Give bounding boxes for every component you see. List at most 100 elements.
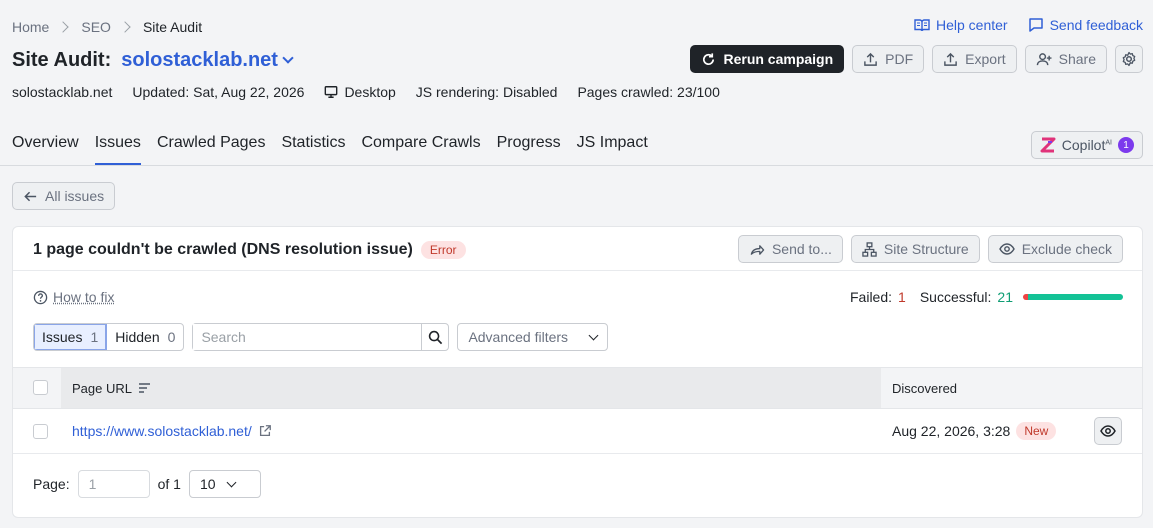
help-center-link[interactable]: Help center — [914, 17, 1008, 33]
page-url-header-label: Page URL — [72, 380, 132, 396]
chevron-down-icon — [588, 330, 599, 340]
view-page-button[interactable] — [1094, 417, 1122, 445]
failed-count: 1 — [898, 289, 906, 305]
issue-header: 1 page couldn't be crawled (DNS resoluti… — [33, 239, 466, 261]
advanced-filters-dropdown[interactable]: Advanced filters — [457, 323, 609, 351]
book-icon — [914, 17, 930, 33]
sitemap-icon — [862, 241, 877, 257]
chevron-right-icon — [57, 21, 70, 33]
page-url: https://www.solostacklab.net/ — [72, 423, 252, 439]
top-links: Help center Send feedback — [914, 17, 1143, 33]
hidden-filter-tab[interactable]: Hidden 0 — [107, 324, 183, 350]
send-to-button[interactable]: Send to... — [737, 235, 843, 263]
page-of-label: of 1 — [157, 476, 181, 492]
send-feedback-link[interactable]: Send feedback — [1028, 17, 1143, 33]
pdf-button[interactable]: PDF — [852, 45, 925, 73]
all-issues-button[interactable]: All issues — [12, 182, 116, 210]
row-checkbox[interactable] — [33, 424, 48, 439]
breadcrumb: Home SEO Site Audit — [12, 17, 202, 37]
export-button[interactable]: Export — [932, 45, 1017, 73]
column-header-page-url[interactable]: Page URL — [61, 368, 881, 408]
crawl-stats: Failed: 1 Successful: 21 — [850, 289, 1123, 305]
tab-statistics[interactable]: Statistics — [281, 134, 345, 166]
per-page-select[interactable]: 10 — [188, 470, 261, 498]
exclude-check-button[interactable]: Exclude check — [987, 235, 1123, 263]
chevron-right-icon — [119, 21, 131, 33]
arrow-left-icon — [23, 189, 38, 204]
discovered-date: Aug 22, 2026, 3:28 — [892, 423, 1011, 439]
breadcrumb-current: Site Audit — [142, 19, 203, 35]
meta-domain: solostacklab.net — [12, 84, 113, 100]
filter-bar: Issues 1 Hidden 0 Advanced filters — [33, 323, 609, 351]
issue-actions: Send to... Site Structure Exclude check — [737, 235, 1123, 263]
meta-pages-crawled: Pages crawled: 23/100 — [577, 84, 720, 100]
how-to-fix-label: How to fix — [53, 289, 115, 305]
search-input[interactable] — [193, 324, 422, 350]
search-button[interactable] — [421, 324, 448, 350]
sort-icon — [138, 382, 151, 394]
select-all-checkbox[interactable] — [33, 380, 48, 395]
feedback-icon — [1028, 17, 1044, 33]
advanced-filters-label: Advanced filters — [468, 329, 569, 345]
share-arrow-icon — [749, 242, 765, 257]
per-page-value: 10 — [199, 476, 216, 492]
share-button[interactable]: Share — [1024, 45, 1107, 73]
copilot-count-badge: 1 — [1118, 137, 1134, 153]
add-user-icon — [1036, 52, 1052, 67]
tab-bar: Overview Issues Crawled Pages Statistics… — [12, 134, 648, 166]
page-url-link[interactable]: https://www.solostacklab.net/ — [72, 409, 272, 453]
eye-icon — [1100, 424, 1116, 438]
tab-js-impact[interactable]: JS Impact — [577, 134, 648, 166]
refresh-icon — [701, 52, 716, 67]
table-header: Page URL Discovered — [13, 367, 1142, 409]
hidden-filter-label: Hidden — [115, 329, 160, 345]
site-structure-button[interactable]: Site Structure — [850, 235, 980, 263]
tab-progress[interactable]: Progress — [497, 134, 561, 166]
copilot-button[interactable]: CopilotAI 1 — [1030, 131, 1143, 159]
share-label: Share — [1058, 51, 1096, 67]
rerun-campaign-button[interactable]: Rerun campaign — [690, 45, 845, 73]
send-to-label: Send to... — [771, 241, 832, 257]
meta-js-rendering: JS rendering: Disabled — [415, 84, 558, 100]
how-to-fix-link[interactable]: How to fix — [33, 289, 114, 305]
card-divider — [13, 270, 1142, 271]
project-selector[interactable]: solostacklab.net — [121, 48, 294, 72]
meta-updated: Updated: Sat, Aug 22, 2026 — [132, 84, 305, 100]
search-icon — [428, 330, 443, 345]
search-box — [192, 323, 450, 351]
copilot-icon — [1040, 137, 1056, 153]
external-link-icon — [258, 424, 272, 438]
upload-icon — [863, 52, 878, 67]
pagination: Page: 1 of 1 10 — [33, 470, 261, 498]
project-name: solostacklab.net — [121, 48, 278, 71]
copilot-sup: AI — [1105, 139, 1112, 147]
breadcrumb-seo[interactable]: SEO — [81, 19, 111, 35]
discovered-header-label: Discovered — [892, 380, 958, 396]
successful-label: Successful: — [919, 289, 992, 305]
issues-filter-tab[interactable]: Issues 1 — [34, 324, 108, 350]
monitor-icon — [324, 85, 338, 99]
eye-icon — [998, 242, 1015, 256]
severity-badge: Error — [420, 241, 466, 259]
header-actions: Rerun campaign PDF Export Share — [690, 45, 1143, 73]
chevron-down-icon — [226, 477, 236, 487]
gear-icon — [1121, 51, 1137, 67]
column-header-discovered[interactable]: Discovered — [892, 368, 957, 408]
issues-filter-count: 1 — [90, 329, 99, 345]
tab-compare-crawls[interactable]: Compare Crawls — [361, 134, 480, 166]
page-number-input[interactable]: 1 — [77, 470, 150, 498]
pdf-label: PDF — [885, 51, 914, 67]
site-structure-label: Site Structure — [883, 241, 969, 257]
settings-button[interactable] — [1115, 45, 1143, 73]
page-title-prefix: Site Audit: — [12, 48, 112, 71]
hidden-filter-count: 0 — [167, 329, 176, 345]
page-label: Page: — [33, 476, 70, 492]
progress-success-fill — [1027, 294, 1123, 300]
issues-hidden-toggle: Issues 1 Hidden 0 — [33, 323, 185, 351]
chevron-down-icon — [282, 52, 294, 64]
tab-issues[interactable]: Issues — [94, 134, 141, 166]
breadcrumb-home[interactable]: Home — [12, 19, 49, 35]
tab-crawled-pages[interactable]: Crawled Pages — [157, 134, 266, 166]
new-badge: New — [1016, 422, 1057, 440]
tab-overview[interactable]: Overview — [12, 134, 79, 166]
